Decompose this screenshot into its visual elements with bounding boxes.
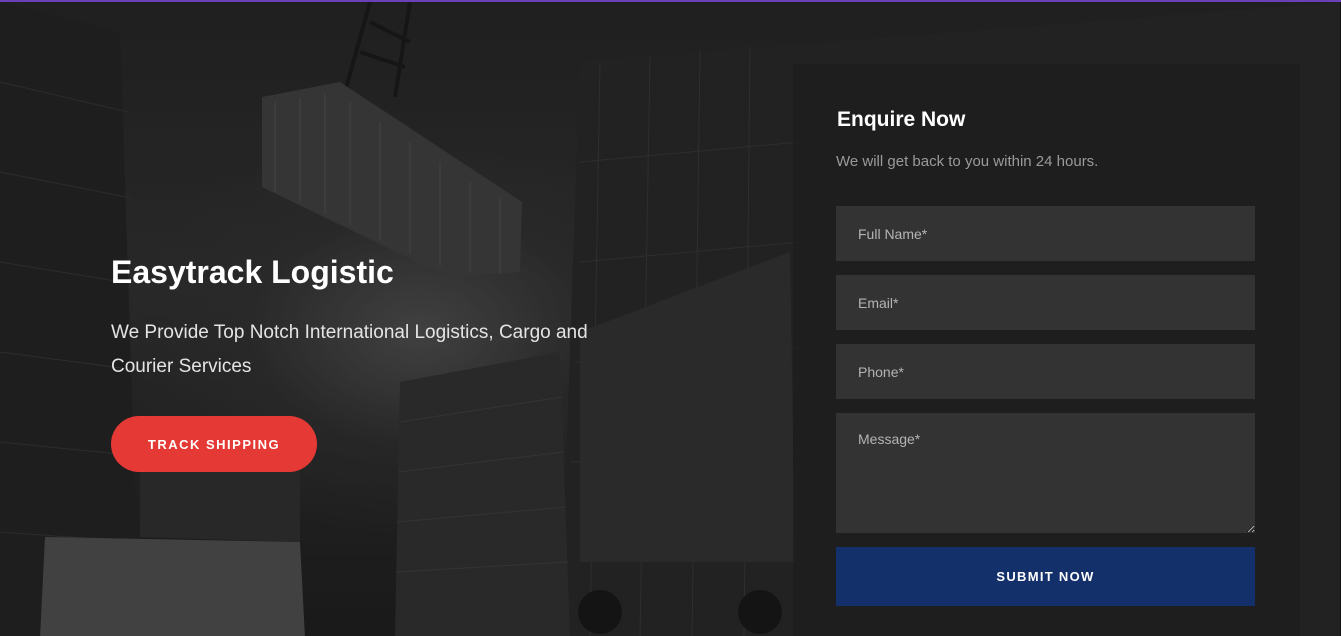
- hero-title: Easytrack Logistic: [111, 254, 394, 290]
- track-shipping-button[interactable]: TRACK SHIPPING: [111, 416, 317, 472]
- full-name-input[interactable]: [836, 206, 1255, 261]
- enquiry-title: Enquire Now: [837, 108, 966, 131]
- phone-input[interactable]: [836, 344, 1255, 399]
- hero-content: Easytrack Logistic We Provide Top Notch …: [111, 252, 651, 472]
- enquiry-subtitle: We will get back to you within 24 hours.: [836, 153, 1099, 170]
- hero-section: Easytrack Logistic We Provide Top Notch …: [0, 0, 1341, 636]
- submit-now-button[interactable]: SUBMIT NOW: [836, 547, 1255, 606]
- enquiry-form-panel: Enquire Now We will get back to you with…: [793, 64, 1300, 636]
- email-input[interactable]: [836, 275, 1255, 330]
- message-textarea[interactable]: [836, 413, 1255, 533]
- hero-subtitle: We Provide Top Notch International Logis…: [111, 322, 588, 377]
